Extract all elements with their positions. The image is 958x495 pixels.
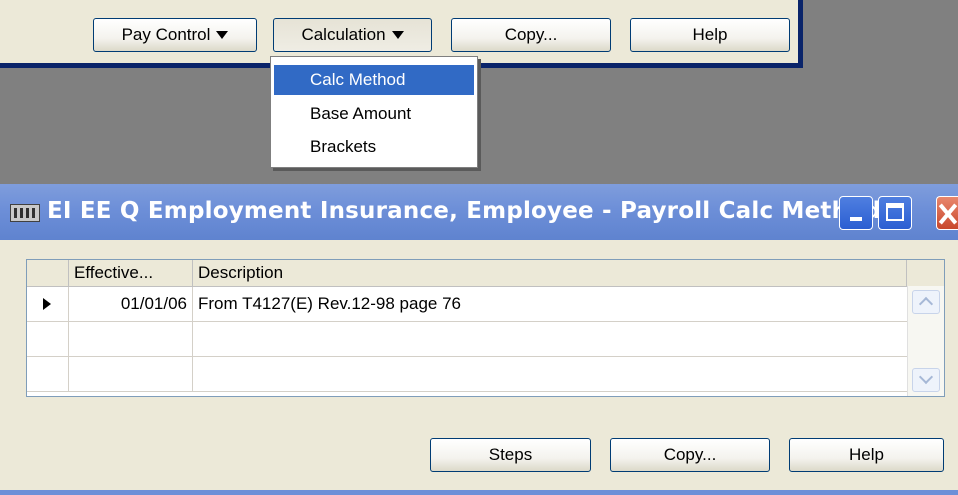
column-header-description[interactable]: Description: [193, 260, 907, 286]
copy-button[interactable]: Copy...: [610, 438, 770, 472]
calculation-label: Calculation: [301, 25, 386, 44]
window-icon: [10, 204, 40, 222]
title-bar[interactable]: EI EE Q Employment Insurance, Employee -…: [0, 184, 958, 240]
calculation-button[interactable]: Calculation: [273, 18, 432, 52]
payroll-calc-method-window: EI EE Q Employment Insurance, Employee -…: [0, 184, 958, 495]
current-row-icon: [43, 298, 51, 310]
window-title: EI EE Q Employment Insurance, Employee -…: [47, 198, 881, 224]
pay-control-label: Pay Control: [121, 25, 211, 44]
cell-effective[interactable]: [69, 322, 193, 356]
table-row[interactable]: 01/01/06 From T4127(E) Rev.12-98 page 76: [27, 287, 907, 322]
vertical-scrollbar[interactable]: [907, 286, 944, 396]
calculation-menu: Calc Method Base Amount Brackets: [270, 56, 478, 168]
pay-control-button[interactable]: Pay Control: [93, 18, 257, 52]
scroll-up-icon[interactable]: [912, 290, 940, 314]
row-indicator[interactable]: [27, 322, 69, 356]
chevron-down-icon: [216, 31, 229, 39]
menu-item-brackets[interactable]: Brackets: [274, 132, 474, 162]
scroll-down-icon[interactable]: [912, 368, 940, 392]
steps-button[interactable]: Steps: [430, 438, 591, 472]
close-icon[interactable]: [936, 196, 958, 230]
menu-item-base-amount[interactable]: Base Amount: [274, 99, 474, 129]
minimize-icon[interactable]: [839, 196, 873, 230]
copy-label-top: Copy...: [504, 25, 558, 44]
calc-method-table: Effective... Description 01/01/06 From T…: [26, 259, 945, 397]
row-indicator-header: [27, 260, 69, 286]
table-header: Effective... Description: [27, 260, 944, 287]
help-button[interactable]: Help: [789, 438, 944, 472]
window-bottom-border: [0, 490, 958, 495]
cell-effective[interactable]: [69, 357, 193, 391]
help-label: Help: [849, 445, 884, 464]
column-header-effective[interactable]: Effective...: [69, 260, 193, 286]
chevron-down-icon: [391, 31, 404, 39]
help-label-top: Help: [692, 25, 728, 44]
copy-label: Copy...: [663, 445, 717, 464]
cell-effective[interactable]: 01/01/06: [69, 287, 193, 321]
table-row[interactable]: [27, 357, 907, 392]
table-row[interactable]: [27, 322, 907, 357]
steps-label: Steps: [488, 445, 533, 464]
help-button-top[interactable]: Help: [630, 18, 790, 52]
maximize-icon[interactable]: [878, 196, 912, 230]
cell-description[interactable]: From T4127(E) Rev.12-98 page 76: [198, 287, 461, 321]
menu-item-calc-method[interactable]: Calc Method: [274, 65, 474, 95]
row-indicator[interactable]: [27, 287, 69, 321]
row-indicator[interactable]: [27, 357, 69, 391]
copy-button-top[interactable]: Copy...: [451, 18, 611, 52]
